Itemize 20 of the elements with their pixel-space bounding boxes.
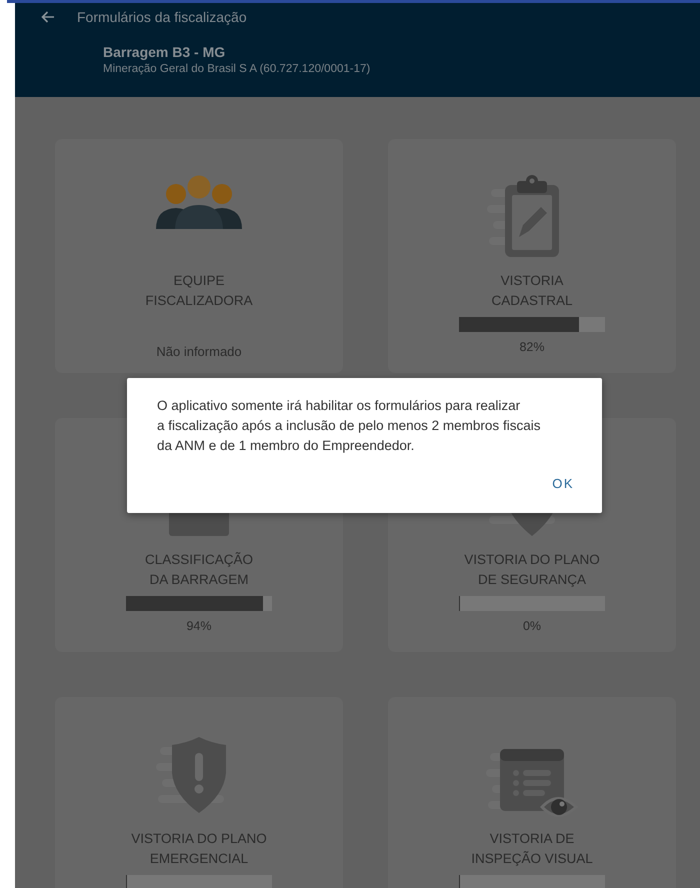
back-icon[interactable] bbox=[41, 11, 55, 23]
form-card[interactable]: VISTORIA DO PLANO EMERGENCIAL bbox=[55, 697, 343, 888]
progress-reading: 0% bbox=[522, 619, 542, 633]
status-text: Não informado bbox=[156, 344, 242, 359]
card-title: VISTORIA CADASTRAL bbox=[491, 272, 573, 310]
dam-name: Barragem B3 - MG bbox=[103, 44, 226, 60]
card-title: VISTORIA DO PLANO DE SEGURANÇA bbox=[464, 551, 600, 589]
card-title: CLASSIFICAÇÃO DA BARRAGEM bbox=[144, 551, 254, 589]
company-name: Mineração Geral do Brasil S A (60.727.120/0001-17) bbox=[103, 63, 372, 75]
form-card[interactable]: VISTORIA DE INSPEÇÃO VISUAL bbox=[388, 697, 676, 888]
ok-button[interactable]: OK bbox=[544, 470, 582, 497]
form-card[interactable]: VISTORIA CADASTRAL 82% bbox=[388, 139, 676, 373]
card-title: VISTORIA DO PLANO EMERGENCIAL bbox=[131, 830, 267, 868]
screen-title: Formulários da fiscalização bbox=[77, 9, 247, 25]
progress-reading: 82% bbox=[519, 340, 545, 354]
card-title: VISTORIA DE INSPEÇÃO VISUAL bbox=[471, 830, 593, 868]
progress-reading: 94% bbox=[186, 619, 212, 633]
people-icon bbox=[156, 175, 242, 229]
form-card[interactable]: EQUIPE FISCALIZADORA Não informado bbox=[55, 139, 343, 373]
card-title: EQUIPE FISCALIZADORA bbox=[145, 272, 253, 310]
